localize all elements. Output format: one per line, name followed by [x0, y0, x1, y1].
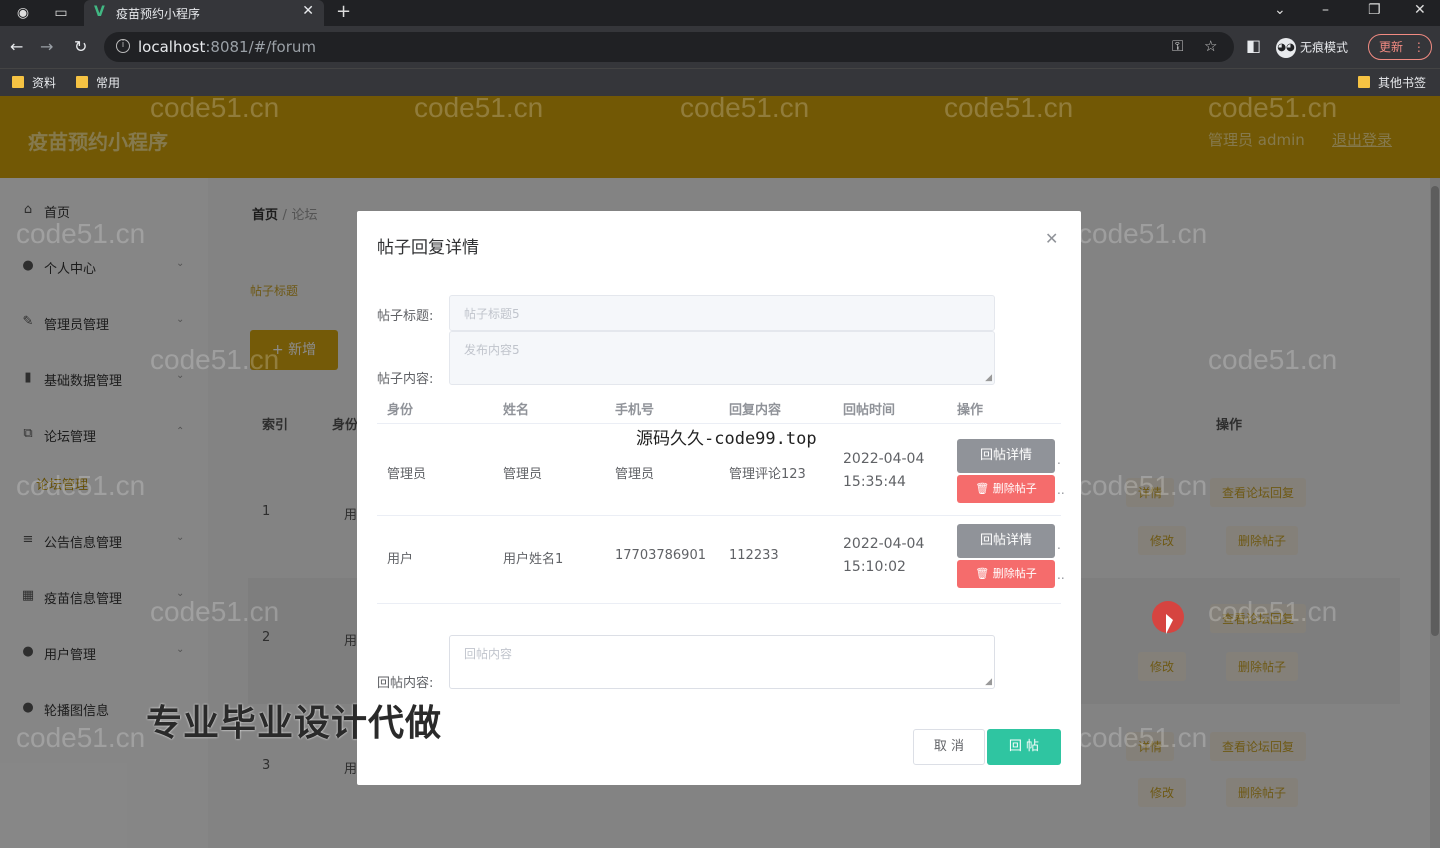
overflow-dot: ..	[1057, 483, 1065, 497]
back-icon[interactable]: ←	[10, 37, 23, 56]
reply-phone: 管理员	[615, 467, 655, 482]
tab-list-icon[interactable]: ⌄	[1274, 2, 1286, 18]
key-icon[interactable]: ⚿	[1172, 37, 1183, 55]
column-header: 身份	[387, 403, 414, 418]
reply-time: 2022-04-04 15:35:44	[843, 451, 925, 490]
minimize-icon[interactable]: –	[1322, 2, 1329, 18]
folder-icon	[76, 76, 88, 88]
bookmark-folder[interactable]: 资料	[12, 74, 56, 91]
reply-delete-button[interactable]: 🗑 删除帖子	[957, 560, 1055, 588]
reply-content: 112233	[729, 548, 779, 563]
submit-reply-button[interactable]: 回 帖	[987, 729, 1061, 765]
column-header: 手机号	[615, 403, 655, 418]
url-text[interactable]: localhost:8081/#/forum	[138, 38, 316, 56]
reply-content-textarea[interactable]: 回帖内容 ◢	[449, 635, 995, 689]
reload-icon[interactable]: ↻	[74, 37, 87, 56]
window-close-icon[interactable]: ✕	[1414, 2, 1426, 18]
other-bookmarks[interactable]: 其他书签	[1358, 74, 1426, 91]
reply-delete-button[interactable]: 🗑 删除帖子	[957, 475, 1055, 503]
site-info-icon[interactable]: i	[116, 39, 130, 53]
dialog-title: 帖子回复详情	[377, 238, 479, 258]
incognito-indicator[interactable]: ◕◕ 无痕模式	[1276, 38, 1348, 58]
reply-detail-button[interactable]: 回帖详情	[957, 439, 1055, 473]
bookmark-star-icon[interactable]: ☆	[1204, 37, 1217, 55]
maximize-icon[interactable]: ❐	[1368, 2, 1381, 18]
post-content-textarea[interactable]: 发布内容5 ◢	[449, 331, 995, 385]
vue-logo-icon: V	[94, 4, 105, 20]
reply-identity: 用户	[387, 552, 414, 567]
mouse-cursor-icon	[1166, 614, 1173, 634]
tab-title: 疫苗预约小程序	[116, 7, 201, 21]
bookmarks-bar: 资料 常用 其他书签	[0, 68, 1440, 96]
banner-watermark: 专业毕业设计代做	[146, 703, 443, 744]
column-header: 回帖时间	[843, 403, 896, 418]
cancel-button[interactable]: 取 消	[913, 729, 985, 765]
browser-tabbar: ◉ ▭ V 疫苗预约小程序 ✕ + ⌄ – ❐ ✕	[0, 0, 1440, 26]
folder-icon	[12, 76, 24, 88]
reply-content-label: 回帖内容:	[377, 676, 434, 691]
overflow-dot: .	[1057, 538, 1061, 552]
tab-search-icon[interactable]: ▭	[52, 4, 70, 22]
bookmark-folder[interactable]: 常用	[76, 74, 120, 91]
reply-time: 2022-04-04 15:10:02	[843, 536, 925, 575]
post-title-input[interactable]: 帖子标题5	[449, 295, 995, 331]
reply-content: 管理评论123	[729, 467, 806, 482]
browser-tab[interactable]: V 疫苗预约小程序 ✕	[84, 0, 324, 26]
table-divider	[377, 515, 1061, 516]
resize-handle-icon[interactable]: ◢	[985, 677, 992, 687]
post-content-label: 帖子内容:	[377, 372, 434, 387]
reply-name: 用户姓名1	[503, 552, 564, 567]
incognito-icon: ◕◕	[1276, 38, 1296, 58]
reply-identity: 管理员	[387, 467, 427, 482]
reply-detail-button[interactable]: 回帖详情	[957, 524, 1055, 558]
close-icon[interactable]: ✕	[1045, 229, 1058, 248]
browser-toolbar: ← → ↻ i localhost:8081/#/forum ⚿ ☆ ◧ ◕◕ 无…	[0, 26, 1440, 68]
column-header: 姓名	[503, 403, 530, 418]
new-tab-icon[interactable]: +	[336, 1, 351, 22]
folder-icon	[1358, 76, 1370, 88]
reply-phone: 17703786901	[615, 548, 706, 563]
forward-icon[interactable]: →	[40, 37, 53, 56]
update-button[interactable]: 更新 ⋮	[1368, 34, 1432, 60]
tab-close-icon[interactable]: ✕	[302, 3, 314, 19]
address-bar[interactable]: i localhost:8081/#/forum ⚿ ☆	[104, 32, 1234, 62]
post-title-label: 帖子标题:	[377, 309, 434, 324]
column-header: 操作	[957, 403, 984, 418]
center-watermark: 源码久久-code99.top	[636, 429, 817, 449]
table-divider	[377, 603, 1061, 604]
sidepanel-icon[interactable]: ◧	[1246, 36, 1261, 55]
overflow-dot: .	[1057, 453, 1061, 467]
browser-menu-icon[interactable]: ◉	[14, 4, 32, 22]
overflow-dot: ..	[1057, 568, 1065, 582]
reply-detail-dialog: 帖子回复详情 ✕ 帖子标题: 帖子标题5 帖子内容: 发布内容5 ◢ 身份 姓名 …	[357, 211, 1081, 785]
resize-handle-icon[interactable]: ◢	[985, 373, 992, 383]
column-header: 回复内容	[729, 403, 782, 418]
reply-name: 管理员	[503, 467, 543, 482]
